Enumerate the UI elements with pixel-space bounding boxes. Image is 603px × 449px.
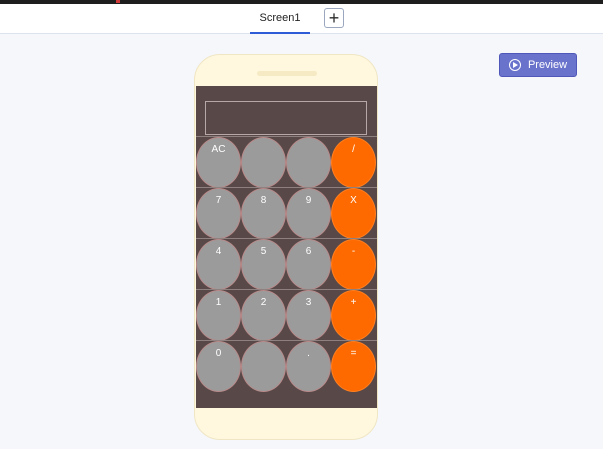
calc-button-blank[interactable] bbox=[241, 137, 286, 188]
calculator-screen: AC / 7 8 9 X 4 5 6 - 1 2 3 + 0 . = bbox=[196, 86, 377, 408]
button-row: AC / bbox=[196, 136, 377, 188]
calc-button-blank[interactable] bbox=[286, 137, 331, 188]
preview-button[interactable]: Preview bbox=[499, 53, 577, 77]
calc-button-blank[interactable] bbox=[241, 341, 286, 392]
calc-button-equals[interactable]: = bbox=[331, 341, 376, 392]
calc-button-3[interactable]: 3 bbox=[286, 290, 331, 341]
calculator-display[interactable] bbox=[205, 101, 367, 135]
calc-button-7[interactable]: 7 bbox=[196, 188, 241, 239]
button-row: 1 2 3 + bbox=[196, 289, 377, 341]
calc-button-5[interactable]: 5 bbox=[241, 239, 286, 290]
calc-button-6[interactable]: 6 bbox=[286, 239, 331, 290]
button-row: 0 . = bbox=[196, 340, 377, 392]
phone-speaker bbox=[257, 71, 317, 76]
calc-button-subtract[interactable]: - bbox=[331, 239, 376, 290]
calc-button-add[interactable]: + bbox=[331, 290, 376, 341]
calc-button-2[interactable]: 2 bbox=[241, 290, 286, 341]
calc-button-9[interactable]: 9 bbox=[286, 188, 331, 239]
calc-button-divide[interactable]: / bbox=[331, 137, 376, 188]
calc-button-multiply[interactable]: X bbox=[331, 188, 376, 239]
preview-label: Preview bbox=[527, 59, 568, 71]
calc-button-decimal[interactable]: . bbox=[286, 341, 331, 392]
button-row: 4 5 6 - bbox=[196, 238, 377, 290]
tab-screen1-label: Screen1 bbox=[259, 12, 301, 24]
add-screen-button[interactable]: + bbox=[324, 8, 344, 28]
calc-button-4[interactable]: 4 bbox=[196, 239, 241, 290]
calc-button-0[interactable]: 0 bbox=[196, 341, 241, 392]
phone-frame: AC / 7 8 9 X 4 5 6 - 1 2 3 + 0 . = bbox=[194, 54, 378, 440]
tab-screen1[interactable]: Screen1 bbox=[250, 4, 310, 34]
active-tab-indicator bbox=[250, 32, 310, 34]
play-circle-icon bbox=[508, 59, 521, 71]
button-row: 7 8 9 X bbox=[196, 187, 377, 239]
plus-icon: + bbox=[328, 8, 340, 28]
calc-button-8[interactable]: 8 bbox=[241, 188, 286, 239]
calc-button-ac[interactable]: AC bbox=[196, 137, 241, 188]
calc-button-1[interactable]: 1 bbox=[196, 290, 241, 341]
record-indicator bbox=[116, 0, 120, 3]
screen-tab-bar: Screen1 + bbox=[0, 4, 603, 34]
